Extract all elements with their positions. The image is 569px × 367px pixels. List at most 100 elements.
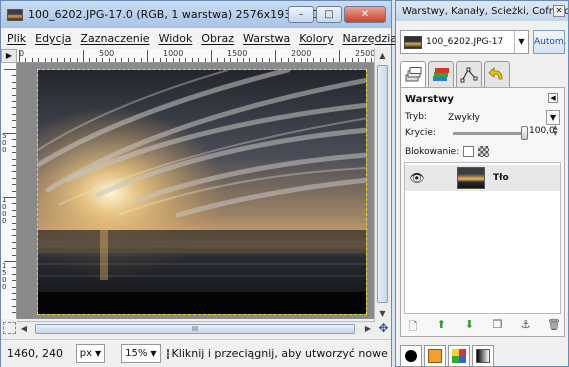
anchor-icon[interactable]: ⚓ [518, 318, 534, 334]
menu-plik[interactable]: Plik [7, 32, 26, 45]
gradient-tab[interactable] [448, 345, 470, 367]
ruler-tick [319, 58, 321, 62]
eye-icon[interactable]: 👁 [405, 171, 429, 185]
ruler-tick [83, 50, 84, 62]
ruler-tick [76, 58, 78, 62]
ruler-tick [255, 58, 257, 62]
ruler-tick [307, 58, 308, 62]
nav-cross-icon[interactable]: ✥ [376, 321, 391, 335]
tab-layers[interactable] [400, 61, 426, 88]
ruler-tick [89, 58, 91, 62]
tab-paths[interactable] [456, 61, 482, 87]
horizontal-scrollbar[interactable]: ◀ III ▶ [17, 321, 375, 335]
vertical-scrollbar[interactable]: ▲ ▼ [374, 49, 390, 321]
ruler-tick [12, 158, 16, 160]
pattern-tab[interactable] [424, 345, 446, 367]
horizontal-ruler[interactable]: 0 500 1000 1500 2000 2500 [17, 49, 375, 63]
ruler-tick [19, 50, 20, 62]
mode-select[interactable]: Zwykły ▼ [448, 110, 560, 125]
brush-tab[interactable] [400, 345, 422, 367]
layer-row[interactable]: 👁 Tło [405, 165, 560, 191]
sunset-photo[interactable] [37, 69, 367, 315]
ruler-tick [12, 248, 16, 250]
ruler-label: 500 [99, 49, 115, 58]
ruler-label: 1 0 0 0 [2, 196, 7, 225]
ruler-tick [12, 145, 16, 147]
dock-titlebar[interactable]: Warstwy, Kanały, Ścieżki, Cofnięc... ✕ [396, 1, 568, 21]
menu-edycja[interactable]: Edycja [35, 32, 71, 45]
image-select[interactable]: 100_6202.JPG-17 ▼ [400, 30, 529, 54]
menu-narzedzia[interactable]: Narzędzia [342, 32, 397, 45]
ruler-tick [159, 58, 161, 62]
opacity-label: Krycie: [405, 128, 436, 138]
ruler-tick [281, 58, 283, 62]
ruler-tick [12, 299, 16, 301]
image-selector-row: 100_6202.JPG-17 ▼ Autom. [400, 29, 567, 55]
menu-widok[interactable]: Widok [159, 32, 193, 45]
brush-icon [405, 350, 417, 362]
ruler-tick [12, 209, 16, 211]
gradient-icon [476, 349, 490, 363]
maximize-button[interactable]: □ [316, 6, 342, 23]
tab-undo-history[interactable] [484, 61, 510, 87]
ruler-label: 2000 [291, 49, 312, 58]
close-button[interactable]: ✕ [344, 6, 386, 23]
opacity-value[interactable]: 100,0 [529, 126, 555, 136]
lock-alpha-icon[interactable] [478, 146, 490, 157]
ruler-tick [300, 58, 302, 62]
duplicate-layer-icon[interactable]: ❐ [490, 318, 506, 334]
image-window-titlebar[interactable]: 100_6202.JPG-17.0 (RGB, 1 warstwa) 2576x… [1, 1, 391, 28]
horizontal-scroll-thumb[interactable]: III [35, 324, 355, 334]
ruler-tick [31, 58, 33, 62]
ruler-tick [371, 58, 372, 62]
sunset-image [38, 70, 366, 314]
scroll-up-arrow-icon[interactable]: ▲ [375, 49, 390, 63]
layers-list[interactable]: 👁 Tło [404, 162, 561, 314]
mode-row: Tryb: [405, 112, 427, 122]
ruler-tick [12, 280, 16, 282]
raise-layer-icon[interactable]: ⬆ [433, 318, 449, 334]
tab-channels[interactable] [428, 61, 454, 87]
ruler-tick [12, 107, 16, 109]
menu-obraz[interactable]: Obraz [201, 32, 234, 45]
zoom-select[interactable]: 15% ▼ [121, 344, 161, 363]
ruler-tick [332, 58, 334, 62]
scroll-down-arrow-icon[interactable]: ▼ [375, 307, 390, 321]
vertical-scroll-thumb[interactable] [377, 65, 388, 303]
ruler-tick [287, 58, 289, 62]
ruler-tick [147, 50, 148, 62]
chevron-down-icon: ▼ [546, 110, 560, 125]
ruler-corner-menu-button[interactable]: ▶ [1, 49, 17, 63]
quick-mask-toggle[interactable] [3, 322, 16, 334]
ruler-tick [12, 120, 16, 122]
unit-select[interactable]: px ▼ [75, 344, 106, 363]
lock-pixels-checkbox[interactable] [463, 146, 475, 157]
image-window: 100_6202.JPG-17.0 (RGB, 1 warstwa) 2576x… [0, 0, 412, 367]
minimize-button[interactable]: – [288, 6, 314, 23]
scroll-left-arrow-icon[interactable]: ◀ [17, 322, 31, 336]
fonts-tab[interactable] [472, 345, 494, 367]
channels-icon [433, 67, 449, 81]
menu-warstwa[interactable]: Warstwa [243, 32, 290, 45]
opacity-slider-handle[interactable] [521, 126, 528, 140]
ruler-tick [12, 165, 16, 166]
ruler-tick [38, 58, 40, 62]
mode-value: Zwykły [448, 112, 480, 123]
opacity-slider[interactable] [453, 126, 528, 140]
menu-kolory[interactable]: Kolory [299, 32, 333, 45]
chevron-down-icon: ▼ [95, 349, 102, 358]
ruler-tick [345, 58, 347, 62]
new-layer-icon[interactable]: 🗋 [405, 318, 421, 334]
delete-icon[interactable]: 🗑 [546, 318, 562, 334]
lower-layer-icon[interactable]: ⬇ [461, 318, 477, 334]
menu-zaznaczenie[interactable]: Zaznaczenie [80, 32, 149, 45]
panel-menu-icon[interactable]: ◀ [548, 93, 558, 103]
dock-close-button[interactable]: ✕ [553, 5, 565, 17]
auto-button[interactable]: Autom. [533, 30, 567, 54]
opacity-spinner-icon[interactable]: ▲ ▼ [553, 125, 560, 138]
ruler-tick [12, 88, 16, 90]
ruler-tick [12, 241, 16, 243]
scroll-right-arrow-icon[interactable]: ▶ [361, 322, 375, 336]
ruler-tick [236, 58, 238, 62]
vertical-ruler[interactable]: 5 0 0 1 0 0 0 1 5 0 0 [1, 63, 17, 319]
